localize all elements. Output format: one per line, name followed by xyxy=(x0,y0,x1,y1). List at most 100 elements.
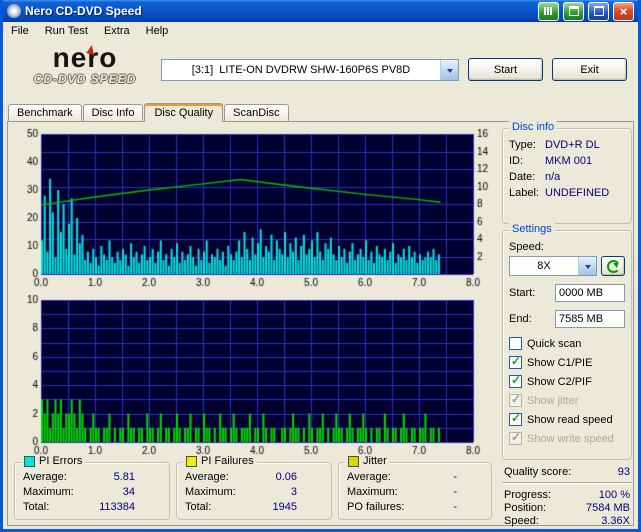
pi-errors-color-swatch xyxy=(24,455,35,467)
disc-id-value: MKM 001 xyxy=(545,155,593,167)
drive-selector[interactable]: [3:1] LITE-ON DVDRW SHW-160P6S PV8D xyxy=(161,59,459,81)
average-label: Average: xyxy=(347,471,391,483)
disc-date-value: n/a xyxy=(545,171,561,183)
maximum-label: Maximum: xyxy=(23,486,74,498)
checkbox-quick-scan[interactable]: Quick scan xyxy=(509,337,625,350)
titlebar[interactable]: Nero CD-DVD Speed × xyxy=(3,0,638,22)
logo-brand: nero xyxy=(52,42,118,73)
quality-score: Quality score: 93 xyxy=(502,466,632,478)
exit-button[interactable]: Exit xyxy=(552,58,627,81)
disc-info-title: Disc info xyxy=(509,121,558,133)
speed-status-value: 3.36X xyxy=(601,515,630,527)
check-icon: ✓ xyxy=(511,354,522,368)
jitter-stats-group: Jitter Average: - Maximum: - PO failures: - xyxy=(338,455,492,520)
start-position-row: Start: xyxy=(509,284,625,302)
menu-extra[interactable]: Extra xyxy=(96,23,138,39)
disc-type-value: DVD+R DL xyxy=(545,139,600,151)
down-triangle-icon xyxy=(584,264,591,272)
disc-info-group: Disc info Type: DVD+R DL ID: MKM 001 Dat… xyxy=(502,121,632,224)
maximum-label: Maximum: xyxy=(347,486,398,498)
stat-row: Maximum: 34 xyxy=(23,486,135,498)
tab-disc-info[interactable]: Disc Info xyxy=(82,104,144,121)
pi-failures-chart xyxy=(13,294,499,460)
minimize-button[interactable] xyxy=(588,1,609,21)
average-value: - xyxy=(453,471,457,483)
dropdown-arrow-icon[interactable] xyxy=(440,60,458,80)
disc-quality-panel: Disc info Type: DVD+R DL ID: MKM 001 Dat… xyxy=(7,121,634,527)
check-icon: ✓ xyxy=(511,411,522,425)
speed-selector-value: 8X xyxy=(537,260,551,272)
position-label: Position: xyxy=(504,502,547,514)
disc-id-row: ID: MKM 001 xyxy=(509,155,625,167)
minimize-icon xyxy=(593,6,604,16)
pi-errors-stats-group: PI Errors Average: 5.81 Maximum: 34 Total:… xyxy=(14,455,170,520)
po-failures-label: PO failures: xyxy=(347,501,405,513)
speed-status-label: Speed: xyxy=(504,515,539,527)
menu-file[interactable]: File xyxy=(3,23,37,39)
speed-selector[interactable]: 8X xyxy=(509,256,597,276)
stat-row: Maximum: - xyxy=(347,486,457,498)
menu-run-test[interactable]: Run Test xyxy=(37,23,96,39)
start-position-input[interactable] xyxy=(555,284,625,302)
end-position-label: End: xyxy=(509,313,532,325)
nero-logo: nero CD-DVD SPEED xyxy=(11,42,159,87)
bar-chart-icon xyxy=(544,7,553,15)
disc-type-label: Type: xyxy=(509,139,536,151)
refresh-button[interactable] xyxy=(601,256,625,276)
close-button[interactable]: × xyxy=(613,1,634,21)
speed-status-row: Speed: 3.36X xyxy=(502,515,632,527)
settings-checkboxes: Quick scan ✓ Show C1/PIE ✓ Show C2/PIF ✓ Show … xyxy=(503,337,631,445)
disc-type-row: Type: DVD+R DL xyxy=(509,139,625,151)
checkbox-box[interactable] xyxy=(509,337,522,350)
tab-scandisc[interactable]: ScanDisc xyxy=(224,104,289,121)
pi-failures-stats-title: PI Failures xyxy=(201,455,254,467)
stat-row: Average: 0.06 xyxy=(185,471,297,483)
checkbox-label: Show read speed xyxy=(527,413,613,426)
disc-date-row: Date: n/a xyxy=(509,171,625,183)
total-value: 113384 xyxy=(99,501,135,513)
maximum-label: Maximum: xyxy=(185,486,236,498)
app-window: Nero CD-DVD Speed × File Run Test Extra … xyxy=(0,0,641,532)
chart-window-button[interactable] xyxy=(538,1,559,21)
quality-score-label: Quality score: xyxy=(504,466,572,478)
save-window-button[interactable] xyxy=(563,1,584,21)
stat-row: Maximum: 3 xyxy=(185,486,297,498)
stat-row: Total: 113384 xyxy=(23,501,135,513)
checkbox-show-read-speed[interactable]: ✓ Show read speed xyxy=(509,411,625,426)
save-icon xyxy=(568,6,579,16)
progress-row: Progress: 100 % xyxy=(502,489,632,501)
tab-strip: Benchmark Disc Info Disc Quality ScanDis… xyxy=(8,101,633,122)
checkbox-show-c2-pif[interactable]: ✓ Show C2/PIF xyxy=(509,374,625,388)
refresh-icon xyxy=(606,259,620,273)
disc-label-row: Label: UNDEFINED xyxy=(509,187,625,199)
start-button[interactable]: Start xyxy=(468,58,543,81)
speed-label: Speed: xyxy=(509,241,544,253)
total-label: Total: xyxy=(23,501,50,513)
check-icon: ✓ xyxy=(511,392,522,406)
close-icon: × xyxy=(619,3,628,19)
menu-help[interactable]: Help xyxy=(138,23,177,39)
pi-errors-stats-legend: PI Errors xyxy=(21,455,86,467)
tab-benchmark[interactable]: Benchmark xyxy=(8,104,82,121)
checkbox-box[interactable]: ✓ xyxy=(509,374,522,388)
speed-dropdown-arrow-icon[interactable] xyxy=(578,257,596,275)
header: nero CD-DVD SPEED [3:1] LITE-ON DVDRW SH… xyxy=(3,40,638,100)
pi-failures-color-swatch xyxy=(186,455,197,467)
progress-value: 100 % xyxy=(598,489,630,501)
disc-date-label: Date: xyxy=(509,171,536,183)
disc-label-label: Label: xyxy=(509,187,539,199)
checkbox-show-write-speed: ✓ Show write speed xyxy=(509,431,625,445)
jitter-stats-legend: Jitter xyxy=(345,455,390,467)
checkbox-show-c1-pie[interactable]: ✓ Show C1/PIE xyxy=(509,354,625,369)
end-position-row: End: xyxy=(509,310,625,328)
maximum-value: - xyxy=(453,486,457,498)
end-position-input[interactable] xyxy=(555,310,625,328)
app-icon xyxy=(7,4,21,18)
tab-disc-quality[interactable]: Disc Quality xyxy=(144,103,224,122)
checkbox-label: Show C2/PIF xyxy=(527,375,592,388)
checkbox-box[interactable]: ✓ xyxy=(509,354,522,369)
average-label: Average: xyxy=(23,471,67,483)
checkbox-box[interactable]: ✓ xyxy=(509,411,522,426)
checkbox-label: Show jitter xyxy=(527,394,579,407)
settings-group: Settings Speed: 8X Start: End: Quick sca… xyxy=(502,223,632,460)
